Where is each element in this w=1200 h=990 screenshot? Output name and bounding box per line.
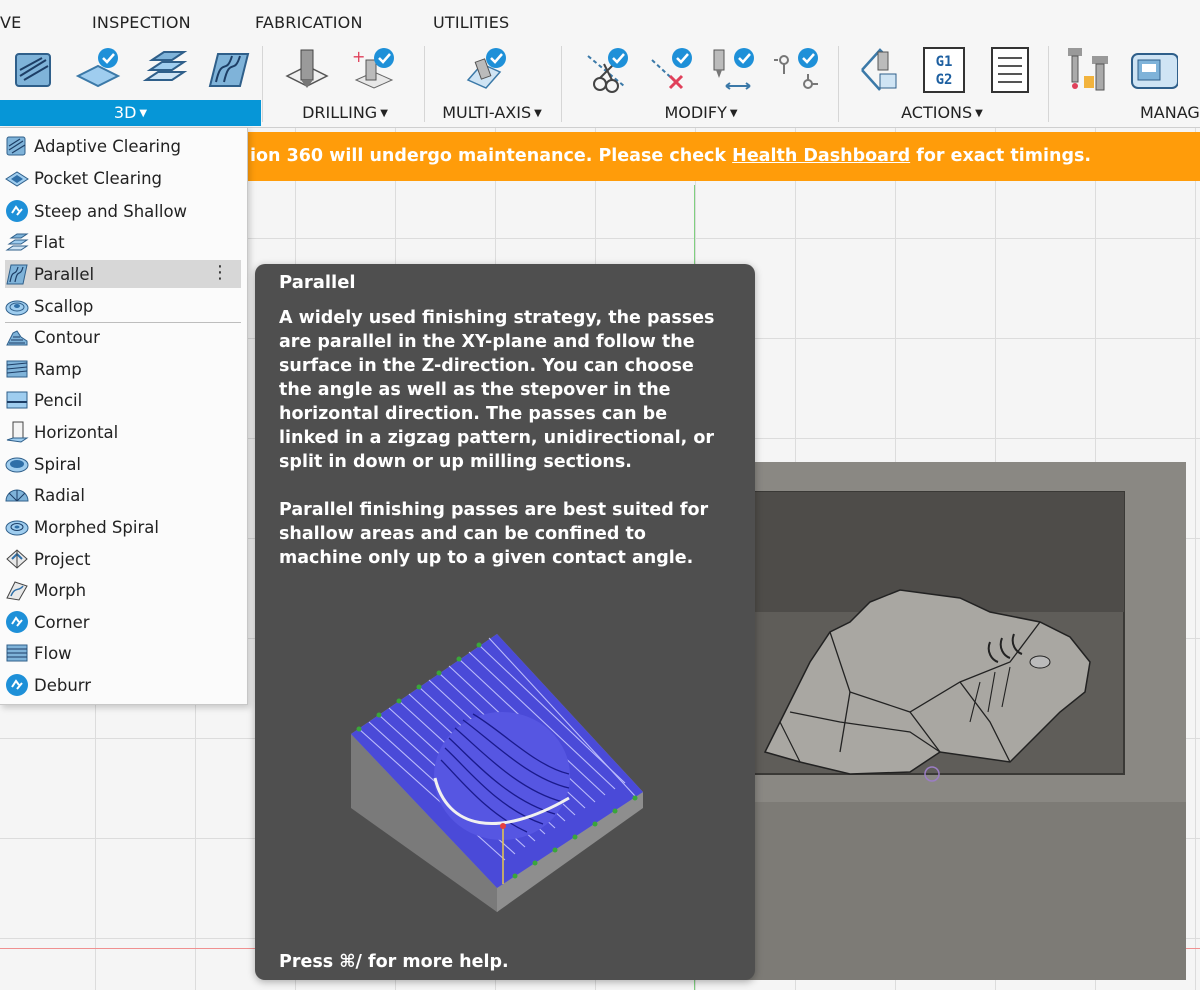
menu-item-flat[interactable]: Flat: [5, 228, 241, 256]
menu-item-radial[interactable]: Radial: [5, 481, 241, 509]
menu-item-project[interactable]: Project: [5, 545, 241, 573]
tooltip-help-hint: Press ⌘/ for more help.: [279, 952, 509, 972]
flow-icon: [5, 641, 29, 665]
group-3d-dropdown[interactable]: 3D ▼: [0, 100, 261, 126]
corner-icon: [5, 610, 29, 634]
menu-item-morph[interactable]: Morph: [5, 576, 241, 604]
flat-tool-icon[interactable]: [140, 46, 188, 94]
caret-down-icon: ▼: [729, 108, 738, 119]
tab-inspection[interactable]: INSPECTION: [92, 13, 191, 32]
group-actions-dropdown[interactable]: ACTIONS ▼: [842, 100, 1042, 126]
menu-item-parallel[interactable]: Parallel ⋮: [5, 260, 241, 288]
toolbar-separator: [561, 46, 562, 122]
tool-library-icon[interactable]: [1066, 46, 1114, 94]
horizontal-icon: [5, 420, 29, 444]
toolbar-separator: [838, 46, 839, 122]
multi-axis-tool-icon[interactable]: [462, 46, 510, 94]
morph-icon: [5, 578, 29, 602]
drill-tool-icon[interactable]: [283, 46, 331, 94]
toolbar: VE INSPECTION FABRICATION UTILITIES + G1…: [0, 0, 1200, 128]
part-model[interactable]: [739, 462, 1200, 982]
strategy-dropdown-menu: Adaptive Clearing Pocket Clearing Steep …: [0, 127, 248, 705]
parallel-tooltip: Parallel A widely used finishing strateg…: [255, 264, 755, 980]
caret-down-icon: ▼: [975, 108, 983, 119]
more-options-icon[interactable]: ⋮: [211, 264, 229, 282]
scallop-icon: [5, 294, 29, 318]
health-dashboard-link[interactable]: Health Dashboard: [732, 146, 910, 166]
maintenance-banner: ion 360 will undergo maintenance. Please…: [248, 132, 1200, 181]
deburr-icon: [5, 673, 29, 697]
svg-text:G2: G2: [936, 72, 953, 88]
caret-down-icon: ▼: [534, 108, 542, 119]
parallel-tool-icon[interactable]: [204, 46, 252, 94]
pocket-clearing-tool-icon[interactable]: [74, 46, 122, 94]
tooltip-usage-note: Parallel finishing passes are best suite…: [279, 500, 709, 568]
menu-item-contour[interactable]: Contour: [5, 323, 241, 351]
contour-icon: [5, 325, 29, 349]
tab-manufacture[interactable]: VE: [0, 13, 21, 32]
caret-down-icon: ▼: [139, 108, 148, 119]
setup-sheet-icon[interactable]: [986, 46, 1034, 94]
parallel-toolpath-illustration-icon: [347, 628, 647, 918]
post-process-icon[interactable]: G1 G2: [920, 46, 968, 94]
tooltip-title: Parallel: [279, 272, 356, 293]
pattern-toolpath-icon[interactable]: [772, 46, 820, 94]
adaptive-clearing-tool-icon[interactable]: [10, 46, 58, 94]
adaptive-clearing-icon: [5, 134, 29, 158]
svg-text:G1: G1: [936, 54, 953, 70]
toolbar-separator: [262, 46, 263, 122]
menu-item-spiral[interactable]: Spiral: [5, 450, 241, 478]
steep-and-shallow-icon: [5, 199, 29, 223]
group-manage-dropdown[interactable]: MANAG: [1110, 100, 1200, 126]
menu-item-ramp[interactable]: Ramp: [5, 355, 241, 383]
simulate-icon[interactable]: [858, 46, 906, 94]
menu-item-corner[interactable]: Corner: [5, 608, 241, 636]
move-toolpath-icon[interactable]: [710, 46, 758, 94]
menu-item-pencil[interactable]: Pencil: [5, 386, 241, 414]
menu-item-deburr[interactable]: Deburr: [5, 671, 241, 699]
ramp-icon: [5, 357, 29, 381]
tab-fabrication[interactable]: FABRICATION: [255, 13, 363, 32]
toolbar-separator: [424, 46, 425, 122]
pocket-clearing-icon: [5, 166, 29, 190]
menu-item-horizontal[interactable]: Horizontal: [5, 418, 241, 446]
delete-toolpath-icon[interactable]: [648, 46, 696, 94]
menu-item-steep-and-shallow[interactable]: Steep and Shallow: [5, 197, 241, 225]
flat-icon: [5, 230, 29, 254]
machine-library-icon[interactable]: [1130, 46, 1178, 94]
toolbar-icons: + G1 G2: [0, 42, 1200, 98]
group-drilling-dropdown[interactable]: DRILLING ▼: [270, 100, 420, 126]
tooltip-description: A widely used finishing strategy, the pa…: [279, 308, 715, 472]
project-icon: [5, 547, 29, 571]
workspace-tabs: VE INSPECTION FABRICATION UTILITIES: [0, 0, 1200, 42]
trim-toolpath-icon[interactable]: [584, 46, 632, 94]
group-modify-dropdown[interactable]: MODIFY ▼: [570, 100, 832, 126]
pencil-icon: [5, 388, 29, 412]
spiral-icon: [5, 452, 29, 476]
svg-text:+: +: [352, 47, 365, 66]
morphed-spiral-icon: [5, 515, 29, 539]
radial-icon: [5, 483, 29, 507]
menu-item-scallop[interactable]: Scallop: [5, 292, 241, 320]
toolbar-separator: [1048, 46, 1049, 122]
menu-item-flow[interactable]: Flow: [5, 639, 241, 667]
menu-item-adaptive-clearing[interactable]: Adaptive Clearing: [5, 132, 241, 160]
menu-item-morphed-spiral[interactable]: Morphed Spiral: [5, 513, 241, 541]
tab-utilities[interactable]: UTILITIES: [433, 13, 509, 32]
parallel-icon: [5, 262, 29, 286]
caret-down-icon: ▼: [380, 108, 388, 119]
group-multi-axis-dropdown[interactable]: MULTI-AXIS ▼: [428, 100, 556, 126]
menu-item-pocket-clearing[interactable]: Pocket Clearing: [5, 164, 241, 192]
hole-recognition-tool-icon[interactable]: +: [350, 46, 398, 94]
